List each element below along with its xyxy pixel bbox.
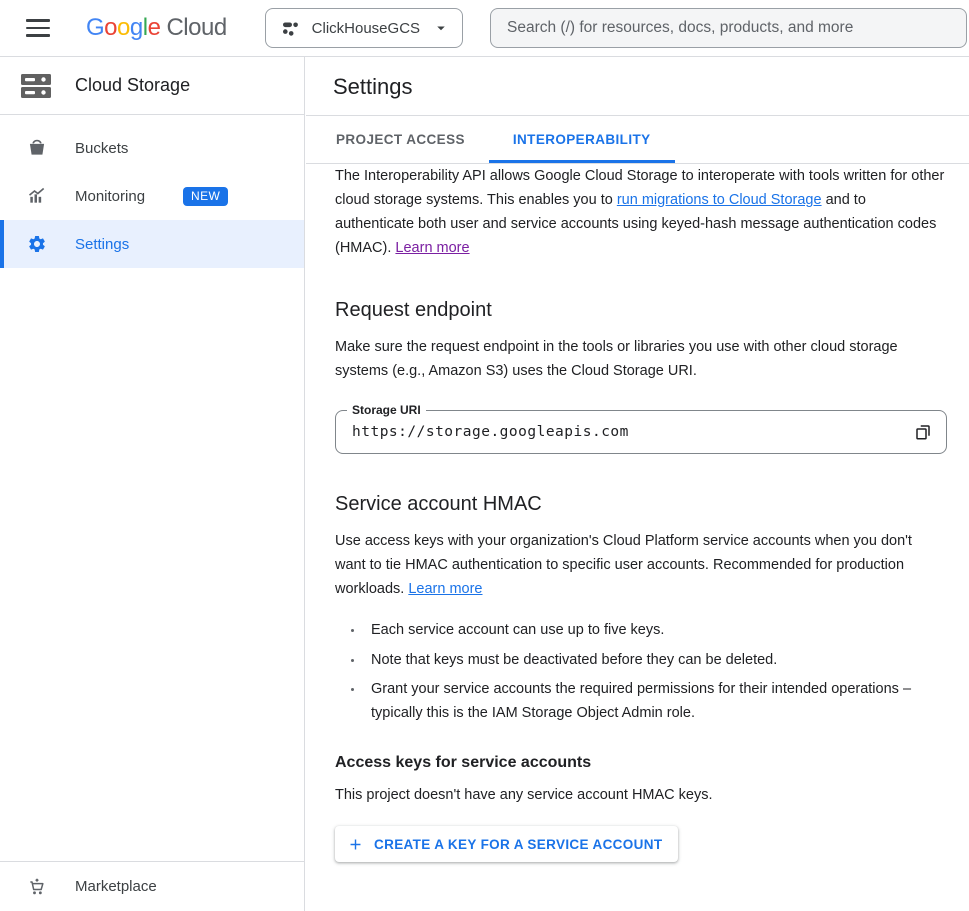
access-keys-subheading: Access keys for service accounts: [335, 754, 945, 772]
storage-uri-field: Storage URI: [335, 410, 947, 454]
create-key-button-label: CREATE A KEY FOR A SERVICE ACCOUNT: [374, 837, 662, 852]
run-migrations-link[interactable]: run migrations to Cloud Storage: [617, 192, 822, 208]
sidebar-item-label: Marketplace: [75, 878, 157, 895]
page-title: Settings: [306, 57, 969, 116]
monitoring-chart-icon: [27, 186, 47, 206]
request-endpoint-heading: Request endpoint: [335, 297, 945, 323]
project-selector-label: ClickHouseGCS: [312, 20, 420, 37]
sidebar-item-settings[interactable]: Settings: [0, 220, 304, 268]
sidebar-footer: Marketplace: [0, 861, 304, 911]
logo-google-wordmark: Google: [86, 14, 160, 42]
intro-paragraph: The Interoperability API allows Google C…: [335, 164, 945, 260]
list-item: Note that keys must be deactivated befor…: [364, 648, 945, 672]
project-grid-icon: [280, 18, 300, 38]
settings-tabbar: PROJECT ACCESS INTEROPERABILITY: [306, 116, 969, 164]
marketplace-cart-icon: [27, 877, 47, 897]
service-account-hmac-body: Use access keys with your organization's…: [335, 529, 945, 601]
sidebar: Cloud Storage Buckets Monitoring NEW Se: [0, 57, 305, 911]
list-item: Each service account can use up to five …: [364, 618, 945, 642]
top-app-bar: Google Cloud ClickHouseGCS: [0, 0, 969, 57]
sidebar-item-label: Settings: [75, 236, 129, 253]
hmac-bullet-list: Each service account can use up to five …: [335, 618, 945, 725]
learn-more-link[interactable]: Learn more: [395, 240, 469, 256]
project-selector[interactable]: ClickHouseGCS: [265, 8, 463, 48]
logo-cloud-wordmark: Cloud: [166, 14, 226, 42]
sidebar-item-monitoring[interactable]: Monitoring NEW: [0, 172, 304, 220]
product-title: Cloud Storage: [75, 75, 190, 96]
google-cloud-logo: Google Cloud: [86, 14, 227, 42]
storage-uri-label: Storage URI: [347, 403, 426, 418]
global-search-bar[interactable]: [490, 8, 967, 48]
plus-icon: [347, 836, 364, 853]
storage-uri-value[interactable]: [336, 424, 906, 440]
bucket-icon: [27, 138, 47, 158]
request-endpoint-body: Make sure the request endpoint in the to…: [335, 335, 945, 383]
gear-icon: [27, 234, 47, 254]
copy-button[interactable]: [906, 415, 940, 449]
search-input[interactable]: [505, 18, 952, 38]
sidebar-item-buckets[interactable]: Buckets: [0, 124, 304, 172]
list-item: Grant your service accounts the required…: [364, 677, 945, 725]
chevron-down-icon: [432, 19, 450, 37]
product-header: Cloud Storage: [0, 57, 304, 115]
new-badge: NEW: [183, 187, 228, 206]
sidebar-item-label: Monitoring: [75, 188, 145, 205]
hmac-learn-more-link[interactable]: Learn more: [408, 581, 482, 597]
tab-project-access[interactable]: PROJECT ACCESS: [312, 116, 489, 163]
sidebar-item-marketplace[interactable]: Marketplace: [0, 862, 304, 911]
content-copy-icon: [914, 423, 932, 441]
cloud-storage-product-icon: [20, 72, 53, 100]
hamburger-menu-icon[interactable]: [26, 19, 50, 37]
sidebar-item-label: Buckets: [75, 140, 128, 157]
interoperability-panel: The Interoperability API allows Google C…: [306, 164, 969, 862]
service-account-hmac-heading: Service account HMAC: [335, 491, 945, 517]
tab-interoperability[interactable]: INTEROPERABILITY: [489, 116, 675, 163]
sidebar-nav: Buckets Monitoring NEW Settings: [0, 115, 304, 268]
main-content: Settings PROJECT ACCESS INTEROPERABILITY…: [306, 57, 969, 911]
create-key-button[interactable]: CREATE A KEY FOR A SERVICE ACCOUNT: [335, 826, 678, 862]
empty-state-text: This project doesn't have any service ac…: [335, 783, 945, 807]
